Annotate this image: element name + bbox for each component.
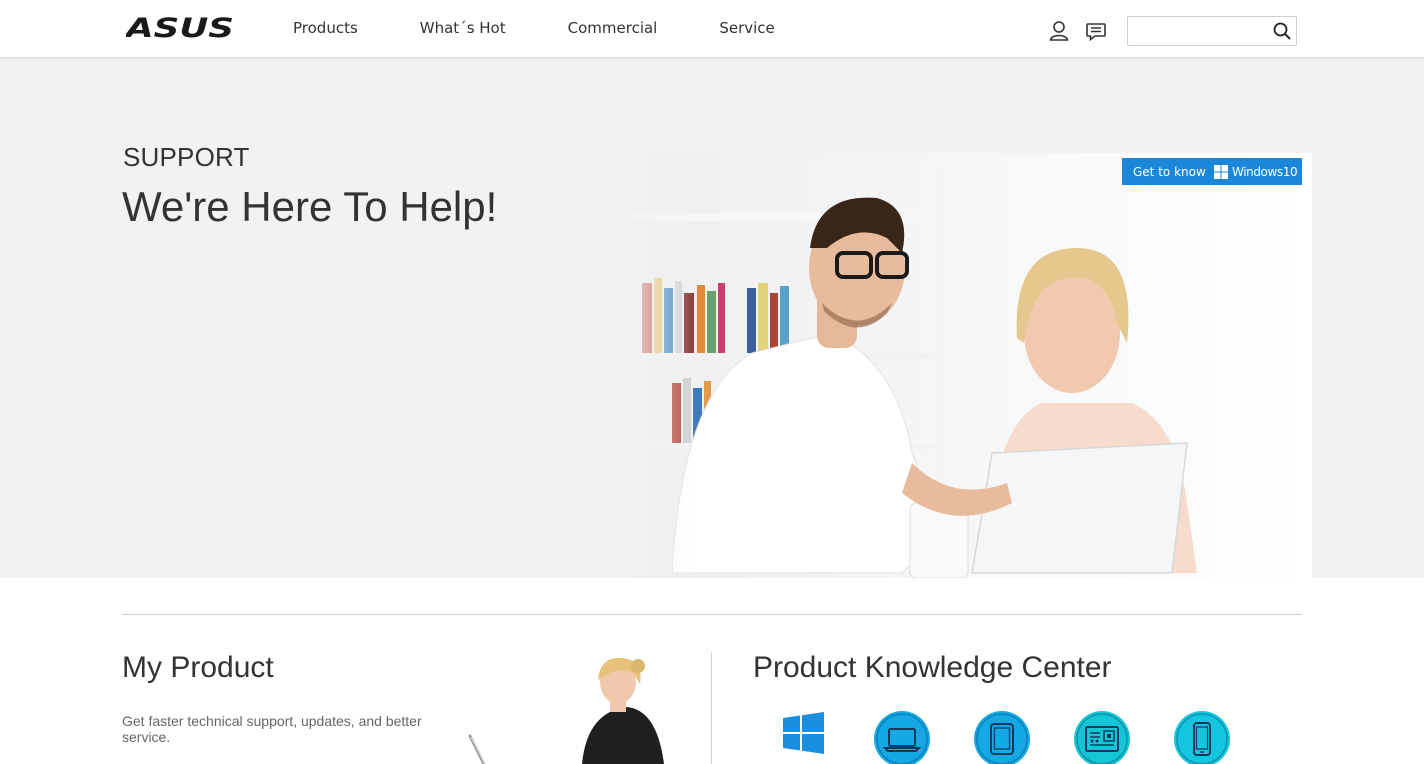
hero-banner: SUPPORT We're Here To Help! Get to know … [0, 58, 1424, 578]
windows10-badge[interactable]: Get to know Windows10 [1122, 158, 1302, 185]
knowledge-center-title: Product Knowledge Center [753, 651, 1112, 684]
phone-icon[interactable] [1174, 711, 1230, 764]
site-header: ASUS Products What´s Hot Commercial Serv… [0, 0, 1424, 58]
woman-with-tablet-image [468, 657, 664, 764]
asus-logo-text: ASUS [126, 14, 234, 40]
tablet-icon[interactable] [974, 711, 1030, 764]
asus-logo[interactable]: ASUS [126, 14, 236, 40]
search-input[interactable] [1128, 17, 1264, 45]
laptop-icon[interactable] [874, 711, 930, 764]
windows-logo-icon [1214, 164, 1228, 179]
chat-icon[interactable] [1085, 20, 1107, 42]
hero-photo-people-laptop [612, 153, 1312, 578]
my-product-title: My Product [122, 651, 274, 684]
hero-title: We're Here To Help! [122, 183, 498, 230]
main-nav: Products What´s Hot Commercial Service [262, 0, 806, 58]
badge-product: Windows10 [1232, 164, 1298, 179]
windows-icon[interactable] [782, 712, 826, 756]
badge-text: Get to know [1133, 164, 1206, 179]
nav-whats-hot[interactable]: What´s Hot [389, 0, 537, 58]
nav-products[interactable]: Products [262, 0, 389, 58]
nav-commercial[interactable]: Commercial [537, 0, 689, 58]
my-product-description: Get faster technical support, updates, a… [122, 713, 422, 745]
search-icon[interactable] [1272, 21, 1292, 41]
section-vertical-divider [711, 652, 712, 764]
search-box [1127, 16, 1297, 46]
support-label: SUPPORT [123, 142, 250, 172]
user-icon[interactable] [1048, 20, 1070, 42]
nav-service[interactable]: Service [688, 0, 805, 58]
section-divider [122, 614, 1302, 615]
motherboard-icon[interactable] [1074, 711, 1130, 764]
